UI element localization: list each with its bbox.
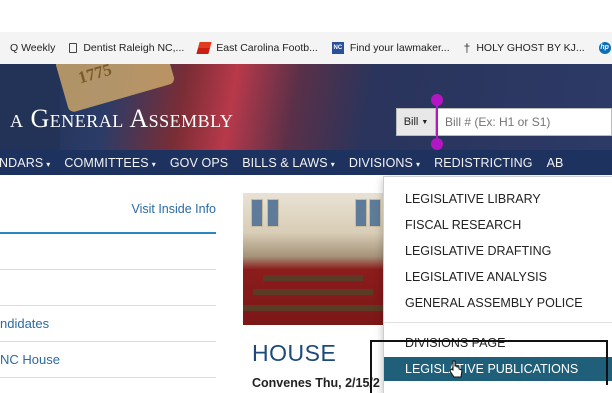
menu-item-legislative-analysis[interactable]: LEGISLATIVE ANALYSIS [405, 270, 547, 284]
list-item-label: NC House [0, 352, 60, 367]
nav-gov-ops[interactable]: GOV OPS [170, 156, 228, 170]
nav-label: GOV OPS [169, 155, 229, 170]
ecu-logo-icon [196, 42, 212, 54]
annotation-box-top [370, 340, 608, 342]
annotation-box-left [370, 340, 372, 393]
desk-row [263, 275, 363, 281]
nav-calendars[interactable]: NDARS ▾ [0, 156, 50, 170]
inside-info-panel: Visit Inside Info ndidates NC House [0, 175, 216, 393]
menu-item-divisions-page[interactable]: DIVISIONS PAGE [405, 336, 506, 350]
bookmark-label: Q Weekly [10, 42, 56, 54]
nav-about[interactable]: AB [547, 156, 564, 170]
bookmark-hp[interactable]: hp [598, 42, 612, 54]
bookmark-dentist[interactable]: Dentist Raleigh NC,... [69, 42, 184, 54]
list-item[interactable] [0, 270, 216, 306]
nav-bills-laws[interactable]: BILLS & LAWS ▾ [242, 156, 335, 170]
menu-item-label: LEGISLATIVE PUBLICATIONS [405, 362, 579, 376]
bill-search-input[interactable] [436, 108, 612, 136]
visit-inside-info-link[interactable]: Visit Inside Info [131, 202, 216, 216]
menu-item-legislative-drafting[interactable]: LEGISLATIVE DRAFTING [405, 244, 551, 258]
window-shape [267, 199, 279, 227]
window-shape [355, 199, 367, 227]
cursor-handle-top [431, 94, 443, 106]
caret-down-icon: ▾ [330, 159, 335, 169]
bookmark-find-lawmaker[interactable]: NC Find your lawmaker... [331, 42, 450, 54]
browser-viewport: Q Weekly Dentist Raleigh NC,... East Car… [0, 0, 612, 393]
nav-divisions[interactable]: DIVISIONS ▾ [349, 156, 420, 170]
divisions-dropdown-menu: LEGISLATIVE LIBRARY FISCAL RESEARCH LEGI… [383, 176, 612, 393]
bookmark-label: East Carolina Footb... [216, 42, 318, 54]
nav-label: BILLS & LAWS [242, 155, 328, 170]
list-item-label: ndidates [0, 316, 50, 331]
menu-item-fiscal-research[interactable]: FISCAL RESEARCH [405, 218, 521, 232]
nav-committees[interactable]: COMMITTEES ▾ [64, 156, 155, 170]
hand-pointer-icon [449, 360, 463, 378]
main-nav: NDARS ▾ COMMITTEES ▾ GOV OPS BILLS & LAWS ▾… [0, 150, 612, 175]
nav-label: COMMITTEES [64, 155, 149, 170]
menu-item-legislative-library[interactable]: LEGISLATIVE LIBRARY [405, 192, 541, 206]
bill-scope-dropdown[interactable]: Bill ▼ [396, 108, 436, 136]
nav-label: NDARS [0, 155, 44, 170]
nav-label: REDISTRICTING [434, 155, 533, 170]
list-item-nc-house[interactable]: NC House [0, 342, 216, 378]
menu-divider [384, 322, 612, 323]
house-convenes-text: Convenes Thu, 2/15/2 [252, 376, 380, 390]
document-icon [69, 43, 78, 53]
bookmark-east-carolina[interactable]: East Carolina Footb... [196, 42, 318, 54]
bill-search: Bill ▼ [396, 108, 612, 136]
house-heading: HOUSE [252, 340, 337, 366]
window-shape [369, 199, 381, 227]
bookmarks-bar: Q Weekly Dentist Raleigh NC,... East Car… [0, 32, 612, 65]
site-title[interactable]: a General Assembly [10, 104, 233, 134]
site-header-banner: 1775 a General Assembly [0, 64, 612, 150]
bookmark-q-weekly[interactable]: Q Weekly [10, 42, 55, 54]
bookmark-label: HOLY GHOST BY KJ... [476, 42, 585, 54]
bill-scope-label: Bill [403, 116, 419, 128]
bookmark-label: Find your lawmaker... [349, 42, 450, 54]
cursor-handle-bottom [431, 138, 443, 150]
cross-icon: † [463, 41, 471, 55]
nav-label: DIVISIONS [348, 155, 413, 170]
annotation-box-right [606, 340, 608, 385]
menu-item-general-assembly-police[interactable]: GENERAL ASSEMBLY POLICE [405, 296, 583, 310]
window-shape [251, 199, 263, 227]
list-item[interactable] [0, 234, 216, 270]
caret-down-icon: ▾ [415, 159, 421, 169]
list-item-candidates[interactable]: ndidates [0, 306, 216, 342]
nav-redistricting[interactable]: REDISTRICTING [434, 156, 533, 170]
nav-label: AB [546, 155, 564, 170]
desk-row [253, 289, 373, 295]
hp-icon: hp [598, 42, 611, 54]
house-chamber-photo[interactable] [243, 193, 386, 325]
desk-row [243, 305, 386, 311]
lawmaker-icon: NC [331, 42, 344, 54]
bookmark-label: Dentist Raleigh NC,... [83, 42, 185, 54]
chevron-down-icon: ▼ [421, 118, 429, 126]
caret-down-icon: ▾ [151, 159, 156, 169]
caret-down-icon: ▾ [46, 159, 51, 169]
bookmark-holy-ghost[interactable]: † HOLY GHOST BY KJ... [464, 42, 585, 54]
menu-item-legislative-publications[interactable]: LEGISLATIVE PUBLICATIONS [384, 357, 612, 381]
